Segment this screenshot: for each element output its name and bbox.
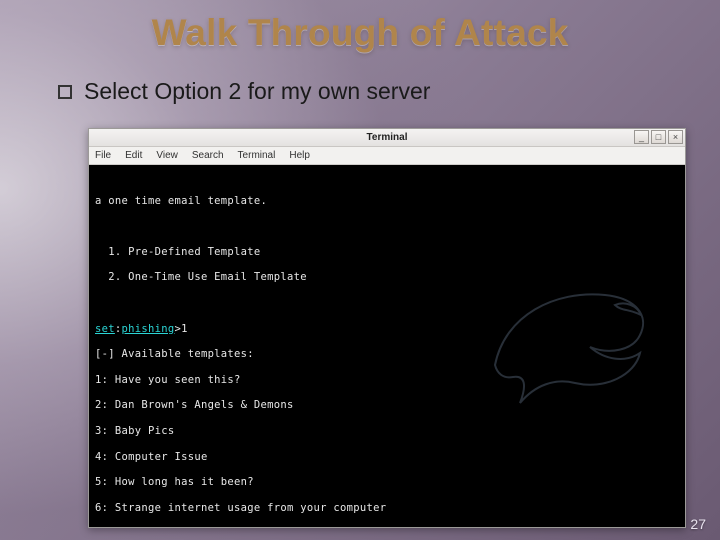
menu-search[interactable]: Search [192,150,224,161]
terminal-prompt-line: set:phishing>1 [95,323,679,336]
terminal-blank [95,297,679,310]
slide-title: Walk Through of Attack [0,0,720,54]
terminal-line: 5: How long has it been? [95,476,679,489]
page-number: 27 [690,516,706,532]
menu-terminal[interactable]: Terminal [238,150,276,161]
terminal-line: 1. Pre-Defined Template [95,246,679,259]
maximize-button[interactable]: □ [651,130,666,144]
menubar: File Edit View Search Terminal Help [89,147,685,165]
terminal-line: 1: Have you seen this? [95,374,679,387]
prompt-input: >1 [174,323,187,335]
menu-edit[interactable]: Edit [125,150,142,161]
terminal-body[interactable]: a one time email template. 1. Pre-Define… [89,165,685,527]
close-button[interactable]: × [668,130,683,144]
prompt-set: set [95,323,115,335]
terminal-line: [-] Available templates: [95,348,679,361]
terminal-window: Terminal _ □ × File Edit View Search Ter… [88,128,686,528]
menu-help[interactable]: Help [289,150,310,161]
prompt-module: phishing [122,323,175,335]
menu-view[interactable]: View [156,150,178,161]
bullet-item: Select Option 2 for my own server [58,78,720,105]
minimize-button[interactable]: _ [634,130,649,144]
bullet-marker [58,85,72,99]
terminal-blank [95,220,679,233]
bullet-text: Select Option 2 for my own server [84,78,430,105]
menu-file[interactable]: File [95,150,111,161]
terminal-line: 4: Computer Issue [95,451,679,464]
terminal-line: a one time email template. [95,195,679,208]
terminal-line: 2: Dan Brown's Angels & Demons [95,399,679,412]
titlebar: Terminal _ □ × [89,129,685,147]
terminal-line: 2. One-Time Use Email Template [95,271,679,284]
terminal-line: 3: Baby Pics [95,425,679,438]
terminal-line: 6: Strange internet usage from your comp… [95,502,679,515]
window-title: Terminal [89,132,685,143]
window-controls: _ □ × [634,130,683,144]
